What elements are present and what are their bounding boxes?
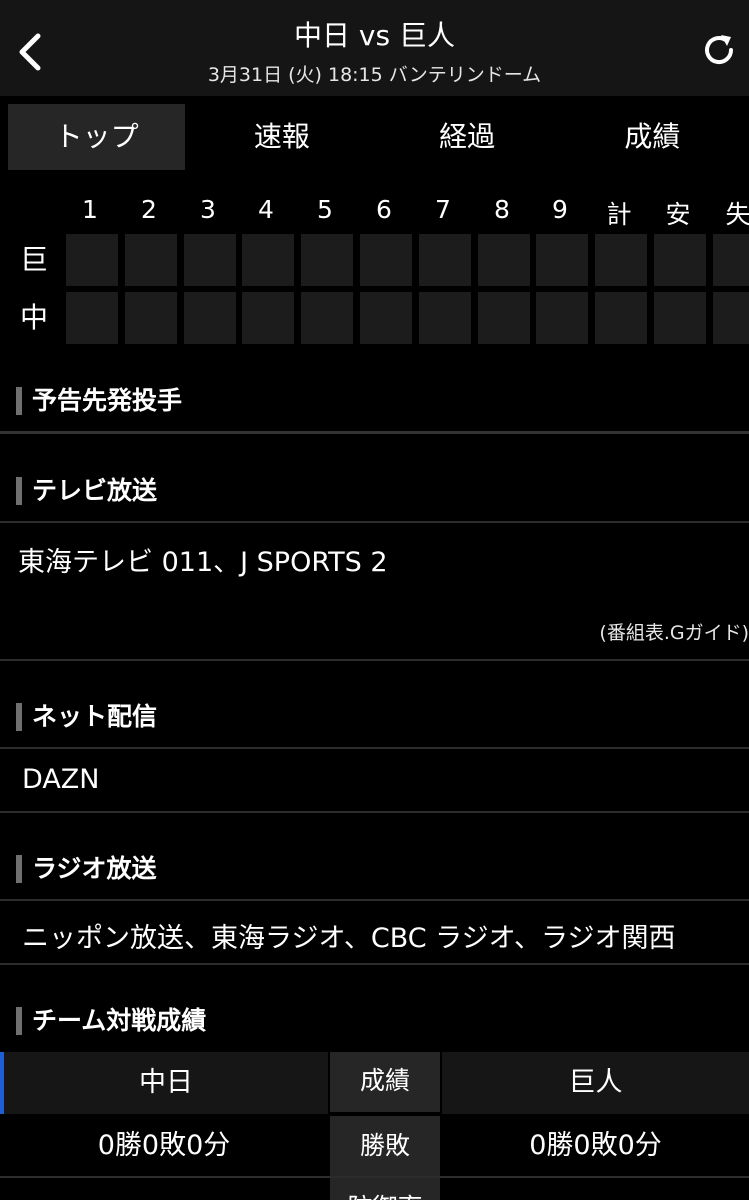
score-cell xyxy=(713,234,749,286)
divider xyxy=(0,747,749,749)
score-cell xyxy=(478,292,530,344)
section-title-team-record: チーム対戦成績 xyxy=(16,1003,206,1039)
score-cell xyxy=(654,234,706,286)
score-cell xyxy=(125,292,177,344)
inning-2-label: 2 xyxy=(141,195,157,224)
record-left-wins-losses: 0勝0敗0分 xyxy=(97,1130,231,1161)
record-team-right: 巨人 xyxy=(442,1052,749,1114)
divider xyxy=(0,963,749,965)
team-record-table: 中日 成績 巨人 0勝0敗0分 勝敗 0勝0敗0分 防御率 xyxy=(0,1052,749,1200)
divider xyxy=(0,811,749,813)
section-title-net: ネット配信 xyxy=(16,699,157,735)
record-center-header: 成績 xyxy=(330,1052,440,1112)
score-cell xyxy=(125,234,177,286)
inning-6-label: 6 xyxy=(376,195,392,224)
tab-progress[interactable]: 経過 xyxy=(379,104,556,170)
tab-live[interactable]: 速報 xyxy=(193,104,370,170)
errors-label: 失 xyxy=(725,200,749,229)
score-cell xyxy=(360,292,412,344)
score-cell xyxy=(595,234,647,286)
tv-channels: 東海テレビ 011、J SPORTS 2 xyxy=(18,547,388,578)
score-cell xyxy=(654,292,706,344)
record-right-wins-losses: 0勝0敗0分 xyxy=(529,1130,662,1161)
score-cell xyxy=(301,234,353,286)
radio-stations: ニッポン放送、東海ラジオ、CBC ラジオ、ラジオ関西 xyxy=(22,923,676,954)
tab-bar: トップ 速報 経過 成績 xyxy=(8,104,749,170)
tab-stats[interactable]: 成績 xyxy=(564,104,741,170)
scoreboard: 1 2 3 4 5 6 7 8 9 計 安 失 巨 中 xyxy=(0,185,749,355)
inning-3-label: 3 xyxy=(200,195,216,224)
score-cell xyxy=(478,234,530,286)
inning-9-label: 9 xyxy=(552,195,568,224)
record-team-left: 中日 xyxy=(0,1052,328,1114)
inning-7-label: 7 xyxy=(435,195,451,224)
tab-top[interactable]: トップ xyxy=(8,104,186,170)
section-title-starting-pitchers: 予告先発投手 xyxy=(16,383,182,419)
divider xyxy=(0,899,749,901)
score-cell xyxy=(419,234,471,286)
score-cell xyxy=(713,292,749,344)
game-info: 3月31日 (火) 18:15 バンテリンドーム xyxy=(207,64,542,86)
record-label-era: 防御率 xyxy=(330,1178,440,1200)
inning-1-label: 1 xyxy=(82,195,98,224)
inning-8-label: 8 xyxy=(494,195,510,224)
tv-guide-link[interactable]: (番組表.Gガイド) xyxy=(599,618,749,645)
inning-4-label: 4 xyxy=(258,195,274,224)
score-cell xyxy=(536,292,588,344)
score-cell xyxy=(360,234,412,286)
hits-label: 安 xyxy=(665,200,691,229)
score-cell xyxy=(301,292,353,344)
app-header: 中日 vs 巨人 3月31日 (火) 18:15 バンテリンドーム xyxy=(0,0,749,96)
score-cell xyxy=(536,234,588,286)
section-title-radio: ラジオ放送 xyxy=(16,851,157,887)
section-title-tv: テレビ放送 xyxy=(16,473,157,509)
team-abbr-home: 中 xyxy=(19,301,48,334)
refresh-icon[interactable] xyxy=(699,30,739,70)
runs-label: 計 xyxy=(606,200,632,229)
divider xyxy=(0,431,749,434)
score-cell xyxy=(66,292,118,344)
inning-5-label: 5 xyxy=(317,195,333,224)
record-label-wins-losses: 勝敗 xyxy=(330,1116,440,1176)
score-cell xyxy=(184,234,236,286)
page-title: 中日 vs 巨人 xyxy=(294,19,455,52)
score-cell xyxy=(242,292,294,344)
divider xyxy=(0,659,749,661)
score-cell xyxy=(242,234,294,286)
team-abbr-away: 巨 xyxy=(19,243,48,276)
score-cell xyxy=(184,292,236,344)
net-services: DAZN xyxy=(22,764,100,795)
score-cell xyxy=(419,292,471,344)
divider xyxy=(0,521,749,523)
score-cell xyxy=(595,292,647,344)
score-cell xyxy=(66,234,118,286)
